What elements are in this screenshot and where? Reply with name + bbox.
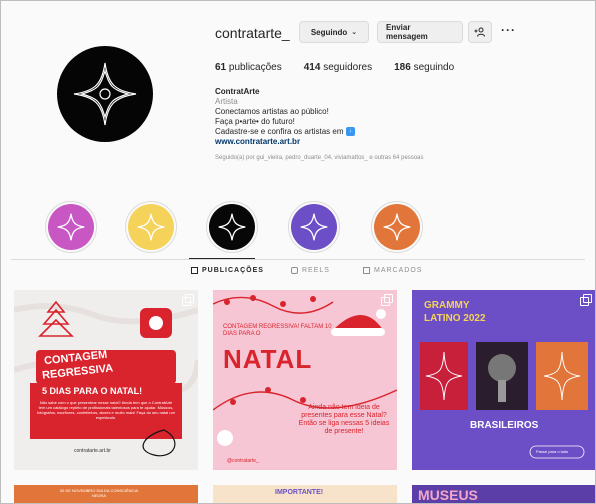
post-5-text: IMPORTANTE! [275,489,324,496]
highlight-5-cover [374,204,420,250]
post-2[interactable]: CONTAGEM REGRESSIVA! FALTAM 10 DIAS PARA… [213,290,397,470]
post-3-caption: BRASILEIROS [470,420,539,431]
highlight-2-cover [128,204,174,250]
following-count: 186 [394,62,411,73]
following-button-label: Seguindo [310,27,348,37]
tab-tagged-label: MARCADOS [374,267,423,274]
post-5[interactable]: IMPORTANTE! [213,485,397,503]
star-logo-icon [383,213,411,241]
username: contratarte_ [215,25,290,41]
highlight-3[interactable] [206,201,258,253]
more-options-icon[interactable]: ··· [501,23,516,37]
highlight-5[interactable] [371,201,423,253]
post-3[interactable]: GRAMMY LATINO 2022 BRASILEIROS Passe par… [412,290,595,470]
post-1-subtitle: 5 DIAS PARA O NATAL! [42,386,143,396]
post-2-title: NATAL [223,344,313,374]
post-1-artwork [14,300,198,457]
active-tab-indicator [189,258,255,259]
following-label: seguindo [413,62,455,73]
bio-line-3: Cadastre-se e confira os artistas em [215,127,344,136]
post-1-body: Não sabe com o que presentear nesse nata… [37,400,175,420]
profile-category: Artista [215,97,238,106]
star-logo-icon [137,213,165,241]
add-person-icon [474,27,485,37]
post-2-handle: @contratarte_ [227,458,259,464]
highlight-1-cover [48,204,94,250]
profile-page: contratarte_ Seguindo ⌄ Enviar mensagem … [0,0,596,504]
profile-name: ContratArte [215,87,260,96]
post-6[interactable]: MUSEUS [412,485,595,503]
tab-tagged[interactable]: MARCADOS [363,267,422,274]
star-logo-icon [218,213,246,241]
post-1[interactable]: CONTAGEM REGRESSIVA 5 DIAS PARA O NATAL!… [14,290,198,470]
post-2-body: Ainda não tem ideia de presentes para es… [298,404,390,435]
grid-icon [191,267,198,274]
chevron-down-icon: ⌄ [351,29,358,36]
followers-count: 414 [303,62,321,73]
suggest-people-button[interactable] [468,21,492,43]
highlight-1[interactable] [45,201,97,253]
profile-stats: 61 publicações 414 seguidores 186 seguin… [215,62,454,73]
reels-icon [291,267,298,274]
post-2-artwork [213,295,397,446]
star-logo-icon [73,62,137,126]
highlight-2[interactable] [125,201,177,253]
post-4-text: 20 DE NOVEMBRO DIA DA CONSCIÊNCIA NEGRA [59,488,139,498]
posts-label: publicações [228,62,282,73]
send-message-button[interactable]: Enviar mensagem [377,21,463,43]
star-logo-icon [57,213,85,241]
post-6-text: MUSEUS [418,487,478,503]
tab-reels[interactable]: REELS [291,267,330,274]
followed-by[interactable]: Seguido(a) por gui_vieira, pedro_duarte_… [215,153,515,163]
post-3-small: Passe para o lado [536,449,569,454]
posts-count: 61 [215,62,227,73]
post-2-top: CONTAGEM REGRESSIVA! FALTAM 10 DIAS PARA… [223,324,332,337]
bio-line-3-wrap: Cadastre-se e confira os artistas em ↓ [215,127,515,137]
tab-posts-label: PUBLICAÇÕES [202,267,264,274]
post-1-site: contratarte.art.br [74,448,111,454]
posts-stat: 61 publicações [215,62,282,73]
bio-link[interactable]: www.contratarte.art.br [215,137,515,147]
tag-icon [363,267,370,274]
profile-avatar[interactable] [57,46,153,142]
tabs-divider [11,259,585,260]
down-arrow-icon: ↓ [345,127,355,137]
followers-label: seguidores [323,62,373,73]
post-3-artwork [420,342,588,459]
highlight-4-cover [291,204,337,250]
tab-posts[interactable]: PUBLICAÇÕES [191,267,264,274]
highlight-4[interactable] [288,201,340,253]
post-4[interactable]: 20 DE NOVEMBRO DIA DA CONSCIÊNCIA NEGRA [14,485,198,503]
following-stat[interactable]: 186 seguindo [394,62,454,73]
followers-stat[interactable]: 414 seguidores [304,62,372,73]
profile-bio: ContratArte Artista Conectamos artistas … [215,87,515,163]
bio-line-1: Conectamos artistas ao público! [215,107,329,116]
highlight-3-cover [209,204,255,250]
bio-line-2: Faça p•arte• do futuro! [215,117,295,126]
following-button[interactable]: Seguindo ⌄ [299,21,369,43]
star-logo-icon [300,213,328,241]
tab-reels-label: REELS [302,267,330,274]
